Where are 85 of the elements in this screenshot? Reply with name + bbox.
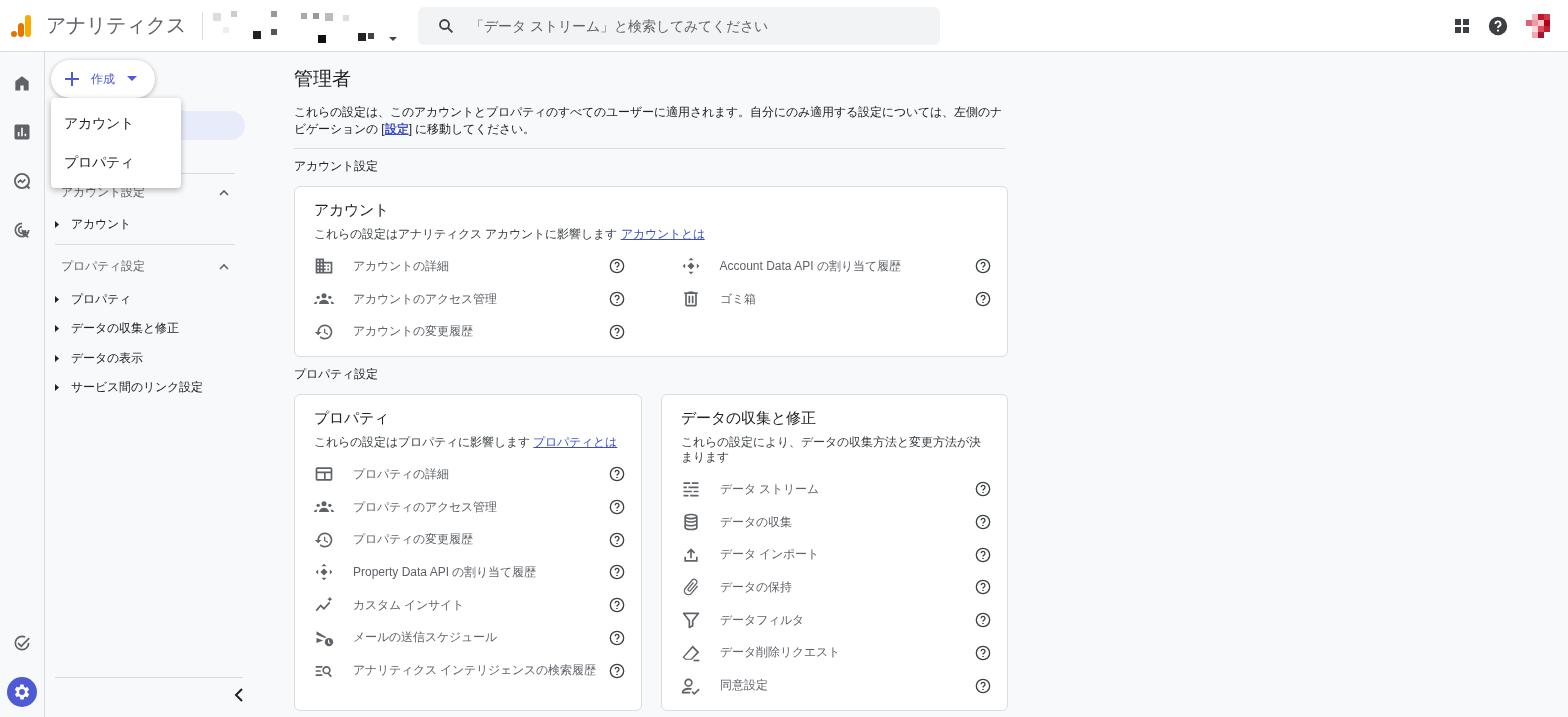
card-description: これらの設定はプロパティに影響します [314,435,530,450]
caret-icon [127,76,137,82]
settings-link[interactable]: データ ストリーム [719,480,975,498]
diamond-arrows-icon [680,256,701,277]
settings-link[interactable]: データの収集 [719,513,975,531]
card-title: アカウント [314,201,390,220]
help-icon[interactable] [975,481,991,498]
nav-item[interactable]: データの表示 [55,343,149,373]
plus-icon [65,72,79,86]
nav-item[interactable]: プロパティ [55,284,137,314]
diamond-arrows-icon [314,562,334,583]
settings-link[interactable]: プロパティの詳細 [353,465,609,483]
help-icon[interactable] [608,597,625,614]
card-description: これらの設定はアナリティクス アカウントに影響します [314,227,618,241]
help-icon[interactable] [608,499,625,516]
help-icon[interactable] [608,564,625,581]
settings-link[interactable]: データフィルタ [719,611,975,629]
card-title: データの収集と修正 [680,409,817,429]
settings-link[interactable]: Property Data API の割り当て履歴 [353,563,609,581]
admin-settings-button[interactable] [7,677,37,707]
avatar-icon[interactable] [1526,11,1552,40]
triangle-right-icon [55,325,59,333]
help-icon[interactable] [975,579,991,596]
help-icon[interactable] [608,662,625,679]
nav-item[interactable]: データの収集と修正 [55,314,185,344]
settings-link[interactable]: データ削除リクエスト [719,644,975,662]
building-icon [314,256,334,277]
card-description: これらの設定により、データの収集方法と変更方法が決まります [680,435,981,465]
help-icon[interactable] [975,612,991,629]
nav-item[interactable]: サービス間のリンク設定 [55,373,209,403]
settings-link[interactable]: データ インポート [719,546,975,564]
filter-icon [680,610,701,631]
settings-link[interactable]: 同意設定 [719,677,975,695]
page-title: 管理者 [294,67,352,91]
help-icon[interactable] [608,629,625,646]
triangle-right-icon [55,354,59,362]
settings-link[interactable]: アカウントの詳細 [353,257,609,275]
help-icon[interactable] [975,546,991,563]
help-icon[interactable] [608,291,625,308]
section-heading: アカウント設定 [294,158,379,175]
settings-link[interactable]: ゴミ箱 [719,290,975,308]
settings-icon [12,682,32,702]
help-icon[interactable] [608,323,625,340]
menu-item[interactable]: プロパティ [51,143,181,182]
settings-link[interactable]: メールの送信スケジュール [353,629,609,647]
create-button[interactable]: 作成 [51,60,155,98]
help-link[interactable]: プロパティとは [533,435,618,450]
help-icon[interactable] [975,291,991,308]
help-icon[interactable] [608,531,625,548]
settings-link[interactable]: カスタム インサイト [353,596,609,614]
settings-link[interactable]: Account Data API の割り当て履歴 [719,257,975,275]
chevron-up-icon [219,263,229,270]
help-link[interactable]: アカウントとは [620,227,705,241]
settings-link[interactable]: データの保持 [719,578,975,596]
settings-link[interactable]: プロパティのアクセス管理 [353,498,609,516]
chevron-up-icon [219,188,229,196]
settings-link[interactable]: アナリティクス インテリジェンスの検索履歴 [353,662,609,680]
search-field[interactable]: 「データ ストリーム」と検索してみてください [418,6,940,45]
nav-section-header[interactable]: プロパティ設定 [55,248,235,285]
settings-link[interactable]: アカウントのアクセス管理 [353,290,609,308]
target-cursor-icon [12,220,32,240]
analytics-logo [10,13,32,38]
intro-text: これらの設定は、このアカウントとプロパティのすべてのユーザーに適用されます。自分にのみ適用する設定については、左側のナビゲーションの [設定] に移動してください。 [294,104,1006,149]
chevron-left-icon [234,688,244,702]
triangle-right-icon [55,384,59,392]
help-icon[interactable] [975,644,991,661]
help-icon[interactable] [975,514,991,531]
help-icon[interactable] [608,258,625,275]
menu-item[interactable]: アカウント [51,104,181,143]
apps-grid-icon[interactable] [1454,17,1470,34]
settings-link[interactable]: プロパティの変更履歴 [353,531,609,549]
help-icon[interactable] [975,258,991,275]
nav-item[interactable]: アカウント [55,210,137,240]
section-heading: プロパティ設定 [294,366,379,384]
card-title: プロパティ [314,409,390,429]
search-icon [437,16,455,35]
help-icon[interactable] [1488,15,1508,36]
help-icon[interactable] [975,677,991,694]
triangle-right-icon [55,221,59,229]
triangle-right-icon [55,295,59,303]
settings-link[interactable]: アカウントの変更履歴 [353,323,609,341]
bar-chart-icon [12,122,32,142]
app-title: アナリティクス [46,13,186,38]
help-icon[interactable] [608,466,625,483]
trend-circle-icon [12,171,32,191]
